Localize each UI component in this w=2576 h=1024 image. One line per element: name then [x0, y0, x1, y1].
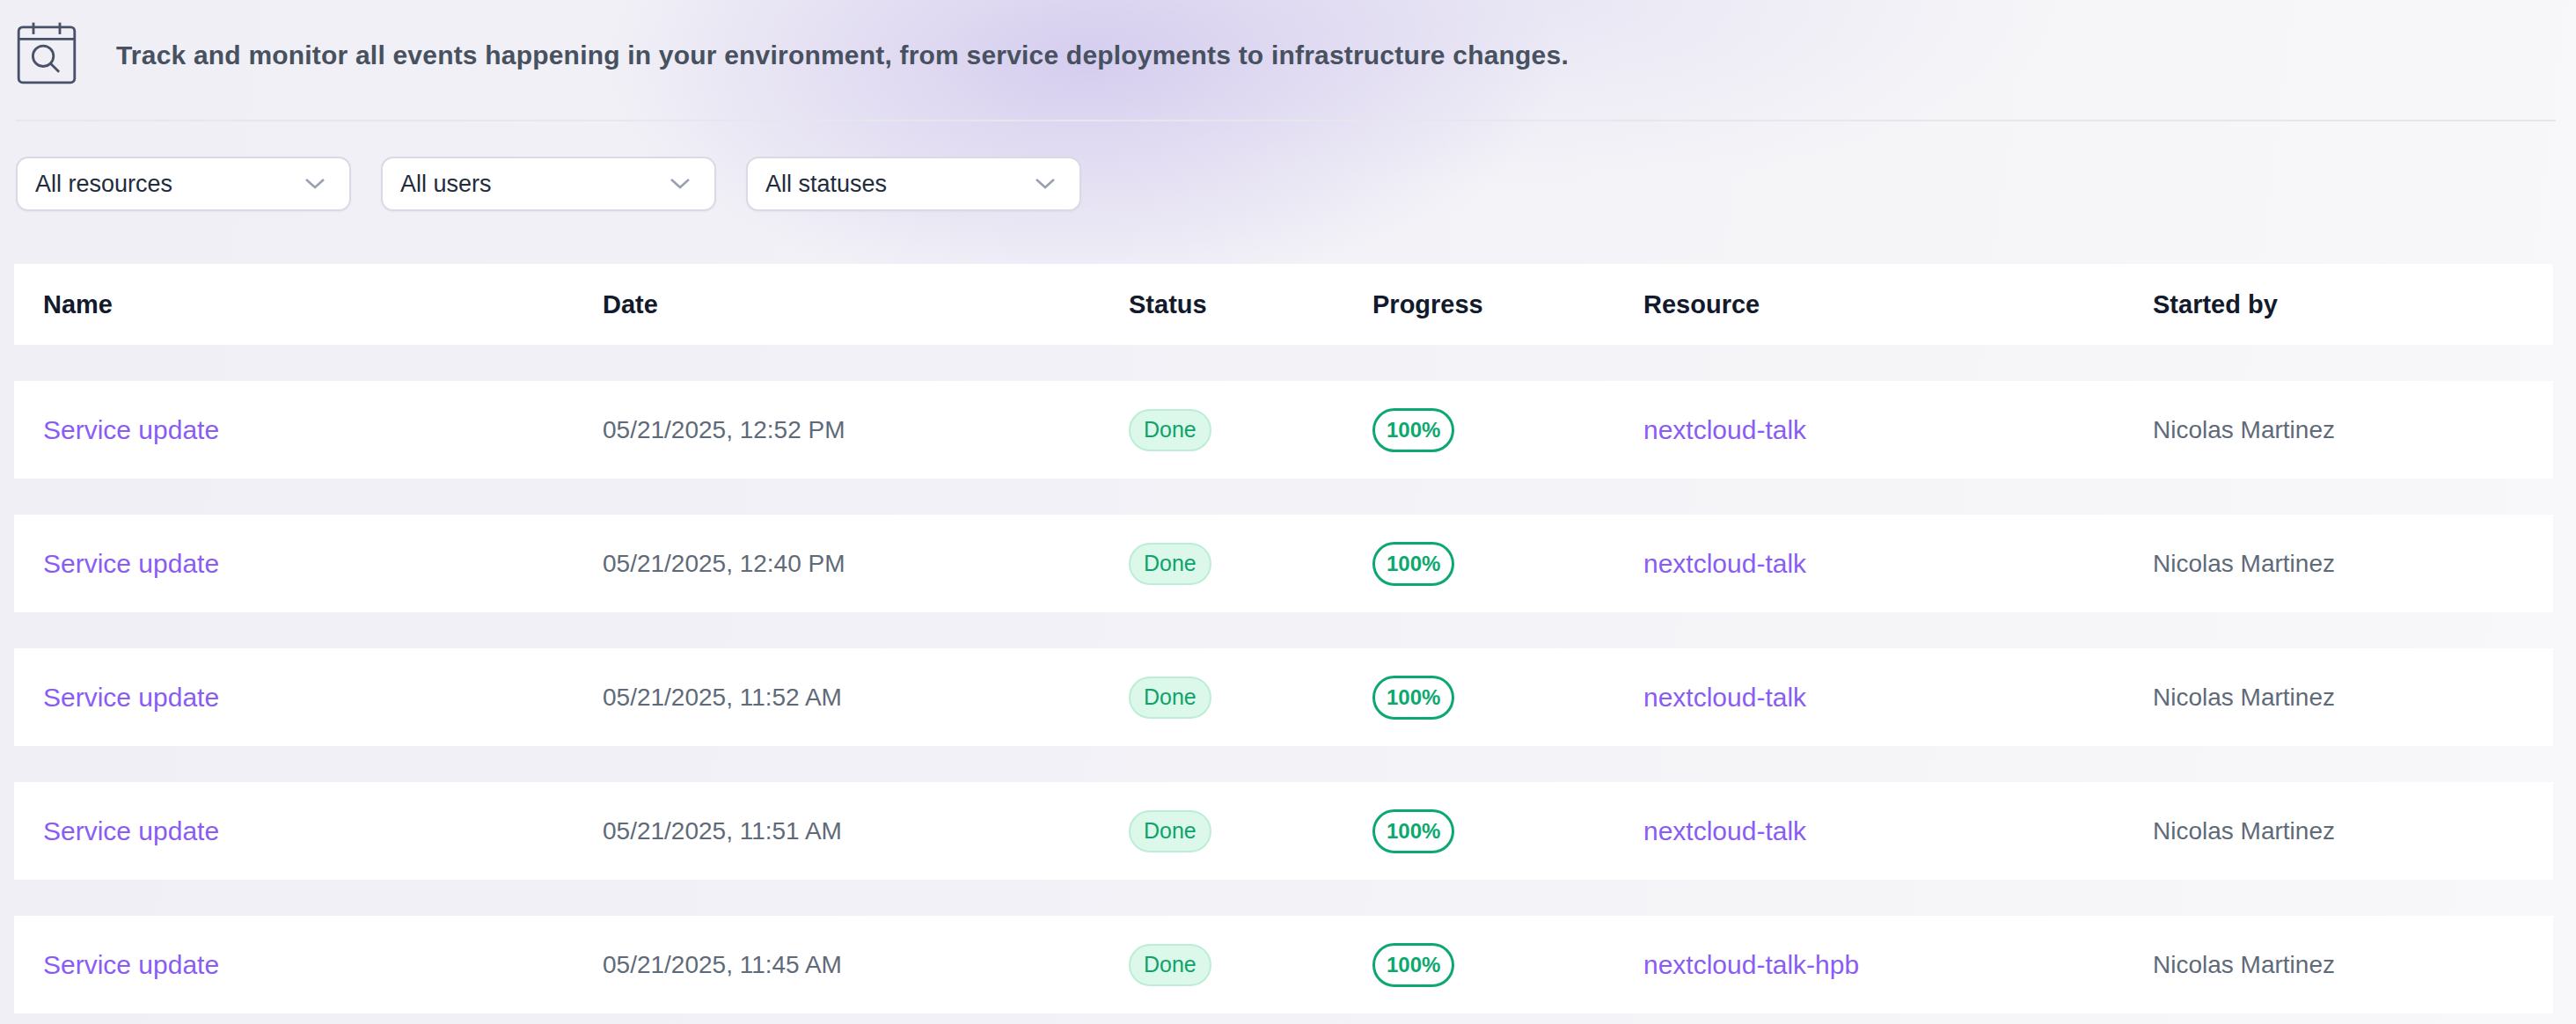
table-header-row: Name Date Status Progress Resource Start…: [14, 264, 2553, 345]
resource-link[interactable]: nextcloud-talk: [1643, 415, 1806, 445]
event-name-link[interactable]: Service update: [43, 816, 219, 846]
calendar-search-icon: [15, 21, 78, 88]
event-date: 05/21/2025, 11:45 AM: [603, 951, 1129, 979]
events-page: Track and monitor all events happening i…: [0, 0, 2576, 1024]
chevron-down-icon: [670, 178, 691, 190]
progress-badge: 100%: [1372, 408, 1454, 452]
progress-badge: 100%: [1372, 943, 1454, 987]
started-by: Nicolas Martinez: [2153, 684, 2553, 712]
statuses-filter[interactable]: All statuses: [746, 157, 1081, 211]
event-name-link[interactable]: Service update: [43, 549, 219, 579]
event-date: 05/21/2025, 12:52 PM: [603, 416, 1129, 444]
started-by: Nicolas Martinez: [2153, 951, 2553, 979]
table-row: Service update 05/21/2025, 11:51 AM Done…: [14, 782, 2553, 880]
status-badge: Done: [1129, 543, 1211, 585]
table-body: Service update 05/21/2025, 12:52 PM Done…: [14, 381, 2553, 1013]
table-row: Service update 05/21/2025, 12:52 PM Done…: [14, 381, 2553, 479]
started-by: Nicolas Martinez: [2153, 817, 2553, 845]
progress-badge: 100%: [1372, 676, 1454, 720]
resource-link[interactable]: nextcloud-talk: [1643, 683, 1806, 713]
event-date: 05/21/2025, 12:40 PM: [603, 550, 1129, 578]
chevron-down-icon: [304, 178, 326, 190]
progress-badge: 100%: [1372, 809, 1454, 853]
started-by: Nicolas Martinez: [2153, 550, 2553, 578]
table-row: Service update 05/21/2025, 11:52 AM Done…: [14, 648, 2553, 746]
header-divider: [15, 120, 2556, 121]
resources-filter[interactable]: All resources: [16, 157, 351, 211]
status-badge: Done: [1129, 677, 1211, 719]
chevron-down-icon: [1035, 178, 1056, 190]
event-date: 05/21/2025, 11:51 AM: [603, 817, 1129, 845]
table-row: Service update 05/21/2025, 12:40 PM Done…: [14, 515, 2553, 612]
column-header-status: Status: [1129, 290, 1372, 319]
column-header-started-by: Started by: [2153, 290, 2553, 319]
column-header-name: Name: [43, 290, 603, 319]
column-header-date: Date: [603, 290, 1129, 319]
statuses-filter-value: All statuses: [765, 171, 887, 198]
column-header-progress: Progress: [1372, 290, 1643, 319]
event-date: 05/21/2025, 11:52 AM: [603, 684, 1129, 712]
event-name-link[interactable]: Service update: [43, 415, 219, 445]
event-name-link[interactable]: Service update: [43, 683, 219, 713]
column-header-resource: Resource: [1643, 290, 2153, 319]
users-filter-value: All users: [400, 171, 492, 198]
progress-badge: 100%: [1372, 542, 1454, 586]
resources-filter-value: All resources: [35, 171, 172, 198]
started-by: Nicolas Martinez: [2153, 416, 2553, 444]
event-name-link[interactable]: Service update: [43, 950, 219, 980]
users-filter[interactable]: All users: [381, 157, 716, 211]
resource-link[interactable]: nextcloud-talk: [1643, 816, 1806, 846]
filters-bar: All resources All users All statuses: [16, 157, 1081, 211]
page-description: Track and monitor all events happening i…: [116, 0, 1569, 111]
events-table: Name Date Status Progress Resource Start…: [14, 264, 2553, 1013]
resource-link[interactable]: nextcloud-talk: [1643, 549, 1806, 579]
status-badge: Done: [1129, 944, 1211, 986]
status-badge: Done: [1129, 810, 1211, 852]
table-row: Service update 05/21/2025, 11:45 AM Done…: [14, 916, 2553, 1013]
status-badge: Done: [1129, 409, 1211, 451]
resource-link[interactable]: nextcloud-talk-hpb: [1643, 950, 1859, 980]
